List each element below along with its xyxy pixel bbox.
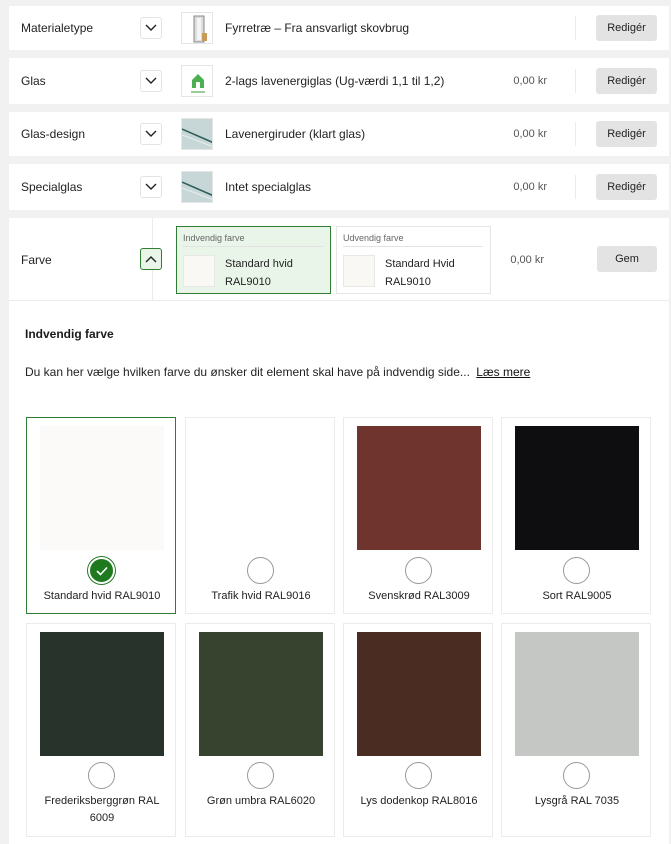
panel-title: Indvendig farve — [25, 327, 114, 341]
row-label: Materialetype — [21, 21, 94, 35]
row-label: Farve — [21, 253, 52, 267]
row-label: Glas-design — [21, 127, 86, 141]
glass-pane-icon — [181, 118, 213, 150]
inner-color-card[interactable]: Indvendig farve Standard hvid RAL9010 — [176, 226, 331, 294]
config-row-glas: Glas 2-lags lavenergiglas (Ug-værdi 1,1 … — [9, 58, 669, 104]
option-text: Intet specialglas — [225, 180, 312, 194]
color-name: Lys dodenkop RAL8016 — [360, 795, 478, 807]
color-name: Frederiksberggrøn RAL 6009 — [44, 795, 160, 824]
color-option-card[interactable]: Grøn umbra RAL6020 — [185, 623, 335, 837]
inner-color-swatch — [183, 255, 215, 287]
expand-button[interactable] — [140, 123, 162, 145]
outer-color-caption: Udvendig farve — [343, 233, 483, 247]
color-radio[interactable] — [405, 762, 432, 789]
color-name: Lysgrå RAL 7035 — [534, 795, 620, 807]
inner-color-name: Standard hvid RAL9010 — [225, 258, 293, 288]
color-option-card[interactable]: Standard hvid RAL9010 — [26, 417, 176, 614]
color-name: Trafik hvid RAL9016 — [211, 590, 311, 602]
price: 0,00 kr — [513, 128, 547, 140]
color-option-card[interactable]: Trafik hvid RAL9016 — [185, 417, 335, 614]
outer-color-swatch — [343, 255, 375, 287]
glass-pane-icon — [181, 171, 213, 203]
chevron-down-icon — [145, 77, 157, 84]
edit-button[interactable]: Redigér — [596, 15, 657, 41]
chevron-down-icon — [145, 24, 157, 31]
window-frame-icon — [181, 12, 213, 44]
color-radio[interactable] — [88, 762, 115, 789]
color-option-card[interactable]: Svenskrød RAL3009 — [343, 417, 493, 614]
color-name: Svenskrød RAL3009 — [368, 590, 470, 602]
color-option-card[interactable]: Lys dodenkop RAL8016 — [343, 623, 493, 837]
color-swatch — [199, 426, 323, 550]
save-button[interactable]: Gem — [597, 246, 657, 272]
color-selection-panel: Indvendig farve Du kan her vælge hvilken… — [9, 300, 669, 844]
option-text: Lavenergiruder (klart glas) — [225, 127, 366, 141]
color-swatch — [40, 632, 164, 756]
color-swatch — [357, 426, 481, 550]
expand-button[interactable] — [140, 176, 162, 198]
price: 0,00 kr — [513, 181, 547, 193]
color-option-card[interactable]: Lysgrå RAL 7035 — [501, 623, 651, 837]
row-label: Glas — [21, 74, 46, 88]
config-row-farve: Farve Indvendig farve Standard hvid RAL9… — [9, 218, 669, 300]
price: 0,00 kr — [513, 75, 547, 87]
edit-button[interactable]: Redigér — [596, 121, 657, 147]
chevron-up-icon — [145, 256, 157, 263]
color-option-card[interactable]: Sort RAL9005 — [501, 417, 651, 614]
config-row-glas-design: Glas-design Lavenergiruder (klart glas) … — [9, 112, 669, 156]
color-radio[interactable] — [563, 557, 590, 584]
energy-label-icon — [181, 65, 213, 97]
color-radio[interactable] — [247, 557, 274, 584]
expand-button[interactable] — [140, 70, 162, 92]
color-radio-selected[interactable] — [88, 557, 115, 584]
option-text: Fyrretræ – Fra ansvarligt skovbrug — [225, 21, 410, 35]
option-text: 2-lags lavenergiglas (Ug-værdi 1,1 til 1… — [225, 74, 445, 88]
color-radio[interactable] — [247, 762, 274, 789]
color-swatch — [515, 426, 639, 550]
config-row-materialetype: Materialetype Fyrretræ – Fra ansvarligt … — [9, 6, 669, 50]
read-more-link[interactable]: Læs mere — [476, 365, 530, 379]
edit-button[interactable]: Redigér — [596, 68, 657, 94]
color-option-card[interactable]: Frederiksberggrøn RAL 6009 — [26, 623, 176, 837]
checkmark-icon — [95, 566, 108, 576]
chevron-down-icon — [145, 183, 157, 190]
price: 0,00 kr — [510, 254, 544, 266]
color-radio[interactable] — [563, 762, 590, 789]
chevron-down-icon — [145, 130, 157, 137]
inner-color-caption: Indvendig farve — [183, 233, 323, 247]
outer-color-name: Standard Hvid RAL9010 — [385, 258, 455, 288]
row-label: Specialglas — [21, 180, 83, 194]
color-name: Grøn umbra RAL6020 — [206, 795, 316, 807]
edit-button[interactable]: Redigér — [596, 174, 657, 200]
color-name: Standard hvid RAL9010 — [43, 590, 161, 602]
description-text: Du kan her vælge hvilken farve du ønsker… — [25, 365, 470, 379]
color-radio[interactable] — [405, 557, 432, 584]
color-swatch — [515, 632, 639, 756]
outer-color-card[interactable]: Udvendig farve Standard Hvid RAL9010 — [336, 226, 491, 294]
color-name: Sort RAL9005 — [542, 590, 612, 602]
collapse-button[interactable] — [140, 248, 162, 270]
expand-button[interactable] — [140, 17, 162, 39]
color-swatch — [40, 426, 164, 550]
panel-description: Du kan her vælge hvilken farve du ønsker… — [25, 365, 530, 379]
color-swatch — [199, 632, 323, 756]
config-row-specialglas: Specialglas Intet specialglas 0,00 kr Re… — [9, 164, 669, 210]
color-swatch — [357, 632, 481, 756]
